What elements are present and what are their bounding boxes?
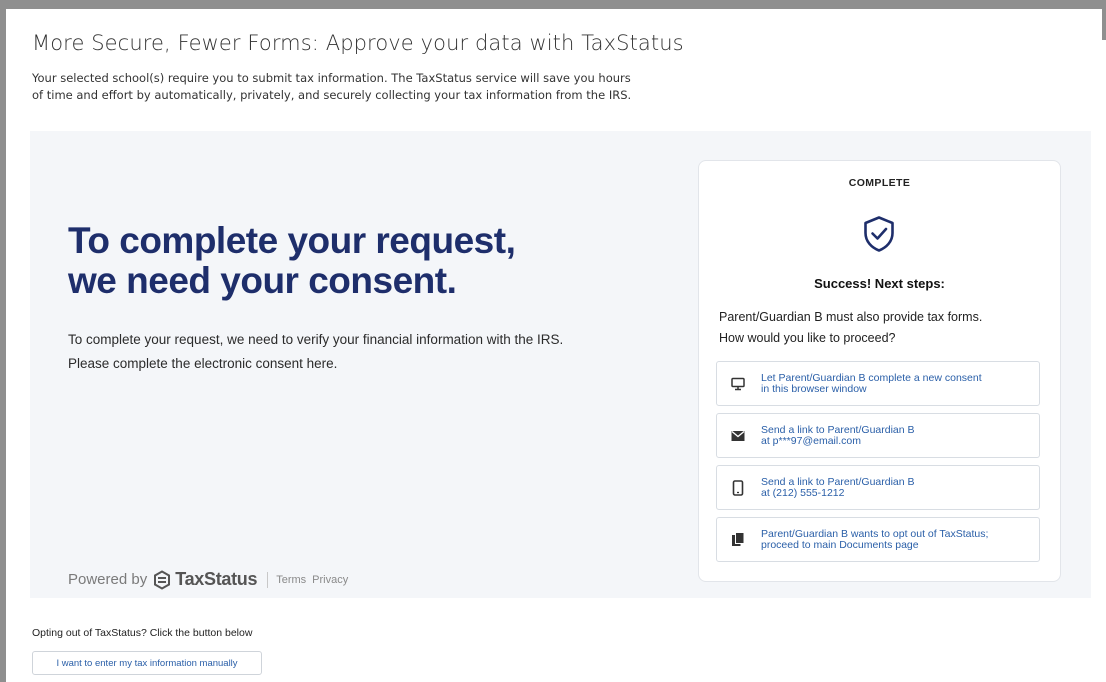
hero-body: To complete your request, we need to ver… [68,328,668,376]
hero-heading: To complete your request, we need your c… [68,221,648,301]
option-label: Parent/Guardian B wants to opt out of Ta… [761,527,989,551]
terms-link[interactable]: Terms [276,574,306,586]
powered-by-footer: Powered by TaxStatus Terms Privacy [68,569,354,590]
documents-icon [730,532,746,547]
window-frame-right [1102,0,1106,40]
taxstatus-logo: TaxStatus [152,569,258,590]
option-new-consent-button[interactable]: Let Parent/Guardian B complete a new con… [716,361,1040,406]
hero-heading-line-2: we need your consent. [68,260,457,301]
window-frame-top [0,0,1106,9]
option-label: Send a link to Parent/Guardian B at (212… [761,475,915,499]
option-line-2: proceed to main Documents page [761,538,919,551]
monitor-icon [730,377,746,391]
intro-text: Your selected school(s) require you to s… [32,70,672,104]
taxstatus-brand-name: TaxStatus [175,569,258,589]
next-steps-prompt: Parent/Guardian B must also provide tax … [719,307,1049,349]
footer-divider [267,571,269,588]
hero-body-line-1: To complete your request, we need to ver… [68,332,564,347]
option-line-1: Parent/Guardian B wants to opt out of Ta… [761,527,989,540]
hero-heading-line-1: To complete your request, [68,220,516,261]
enter-manually-button[interactable]: I want to enter my tax information manua… [32,651,262,675]
phone-icon [730,479,746,496]
option-line-1: Let Parent/Guardian B complete a new con… [761,371,982,384]
hero-body-line-2: Please complete the electronic consent h… [68,356,338,371]
powered-by-label: Powered by [68,571,148,588]
option-opt-out-button[interactable]: Parent/Guardian B wants to opt out of Ta… [716,517,1040,562]
consent-panel: To complete your request, we need your c… [30,131,1091,598]
option-line-1: Send a link to Parent/Guardian B [761,423,915,436]
next-steps-card: COMPLETE Success! Next steps: Parent/Gua… [698,160,1061,582]
prompt-line-2: How would you like to proceed? [719,331,896,345]
intro-line-1: Your selected school(s) require you to s… [32,71,631,85]
option-line-2: at p***97@email.com [761,434,861,447]
privacy-link[interactable]: Privacy [312,574,348,586]
status-label: COMPLETE [848,177,911,189]
taxstatus-logo-icon [154,569,171,590]
option-label: Send a link to Parent/Guardian B at p***… [761,423,915,447]
shield-check-icon [862,215,896,258]
option-line-1: Send a link to Parent/Guardian B [761,475,915,488]
intro-line-2: of time and effort by automatically, pri… [32,88,632,102]
option-line-2: at (212) 555-1212 [761,486,845,499]
page-title: More Secure, Fewer Forms: Approve your d… [32,31,684,55]
prompt-line-1: Parent/Guardian B must also provide tax … [719,310,983,324]
opt-out-text: Opting out of TaxStatus? Click the butto… [32,627,253,639]
option-line-2: in this browser window [761,382,867,395]
option-phone-link-button[interactable]: Send a link to Parent/Guardian B at (212… [716,465,1040,510]
success-title: Success! Next steps: [814,276,945,291]
option-label: Let Parent/Guardian B complete a new con… [761,371,982,395]
envelope-icon [730,430,746,442]
window-frame-left [0,0,6,682]
option-email-link-button[interactable]: Send a link to Parent/Guardian B at p***… [716,413,1040,458]
